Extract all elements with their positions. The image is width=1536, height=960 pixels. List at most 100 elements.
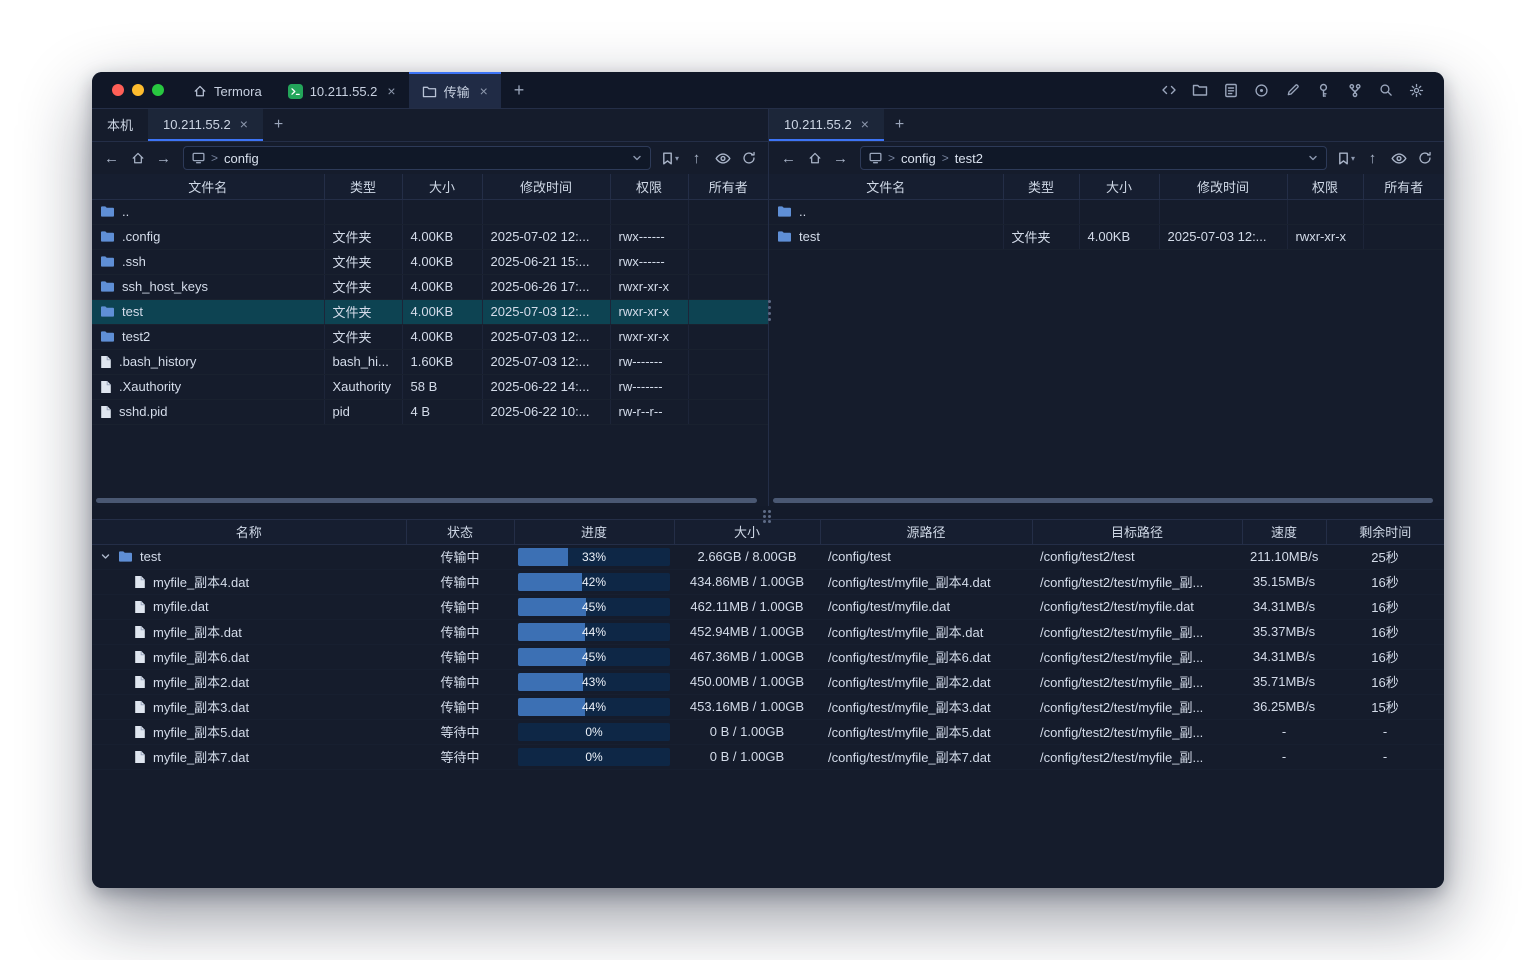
transfer-column-header[interactable]: 大小 xyxy=(674,520,820,544)
close-tab-icon[interactable]: × xyxy=(861,117,869,131)
transfer-column-header[interactable]: 状态 xyxy=(406,520,514,544)
file-pane-tab[interactable]: 10.211.55.2× xyxy=(148,109,263,141)
file-row[interactable]: ssh_host_keys文件夹4.00KB2025-06-26 17:...r… xyxy=(92,274,768,299)
show-hidden-button[interactable] xyxy=(1386,146,1411,170)
log-icon[interactable] xyxy=(1217,78,1244,103)
transfer-column-header[interactable]: 源路径 xyxy=(820,520,1032,544)
file-row[interactable]: .. xyxy=(769,199,1444,224)
file-row[interactable]: test2文件夹4.00KB2025-07-03 12:...rwxr-xr-x xyxy=(92,324,768,349)
file-row[interactable]: .XauthorityXauthority58 B2025-06-22 14:.… xyxy=(92,374,768,399)
transfer-column-header[interactable]: 目标路径 xyxy=(1032,520,1242,544)
column-header[interactable]: 权限 xyxy=(1287,174,1363,199)
close-tab-icon[interactable]: × xyxy=(480,84,488,98)
title-tab-2[interactable]: 传输× xyxy=(409,72,501,108)
home-button[interactable] xyxy=(125,146,150,170)
close-tab-icon[interactable]: × xyxy=(387,84,395,98)
close-tab-icon[interactable]: × xyxy=(240,117,248,131)
column-header[interactable]: 文件名 xyxy=(769,174,1003,199)
new-file-tab-button[interactable]: + xyxy=(884,109,915,141)
new-file-tab-button[interactable]: + xyxy=(263,109,294,141)
bookmark-button[interactable]: ▾ xyxy=(1334,146,1359,170)
transfer-column-header[interactable]: 剩余时间 xyxy=(1326,520,1444,544)
home-button[interactable] xyxy=(802,146,827,170)
bookmark-button[interactable]: ▾ xyxy=(658,146,683,170)
file-row[interactable]: .config文件夹4.00KB2025-07-02 12:...rwx----… xyxy=(92,224,768,249)
breadcrumb-segment[interactable]: test2 xyxy=(955,151,983,166)
column-header[interactable]: 类型 xyxy=(324,174,402,199)
breadcrumb-segment[interactable]: config xyxy=(224,151,259,166)
transfer-speed: 34.31MB/s xyxy=(1242,594,1326,619)
home-icon xyxy=(193,84,207,98)
transfer-eta: 25秒 xyxy=(1326,544,1444,569)
file-name: .ssh xyxy=(122,254,146,269)
back-button[interactable]: ← xyxy=(776,146,801,170)
path-breadcrumb[interactable]: >config>test2 xyxy=(860,146,1327,170)
column-header[interactable]: 大小 xyxy=(1079,174,1159,199)
folder-outline-icon[interactable] xyxy=(1186,78,1213,103)
horizontal-scrollbar[interactable] xyxy=(773,498,1433,503)
column-header[interactable]: 权限 xyxy=(610,174,688,199)
transfer-row[interactable]: myfile_副本2.dat传输中43%450.00MB / 1.00GB/co… xyxy=(92,669,1444,694)
transfer-row[interactable]: myfile_副本.dat传输中44%452.94MB / 1.00GB/con… xyxy=(92,619,1444,644)
search-icon[interactable] xyxy=(1372,78,1399,103)
transfer-row[interactable]: myfile_副本3.dat传输中44%453.16MB / 1.00GB/co… xyxy=(92,694,1444,719)
settings-icon[interactable] xyxy=(1403,78,1430,103)
column-header[interactable]: 修改时间 xyxy=(482,174,610,199)
file-pane-tab[interactable]: 本机 xyxy=(92,109,148,141)
column-header[interactable]: 所有者 xyxy=(1363,174,1444,199)
transfer-row[interactable]: test传输中33%2.66GB / 8.00GB/config/test/co… xyxy=(92,544,1444,569)
file-size: 58 B xyxy=(402,374,482,399)
chevron-down-icon[interactable] xyxy=(100,551,111,562)
column-header[interactable]: 类型 xyxy=(1003,174,1079,199)
file-pane-tab[interactable]: 10.211.55.2× xyxy=(769,109,884,141)
transfer-column-header[interactable]: 进度 xyxy=(514,520,674,544)
column-header[interactable]: 所有者 xyxy=(688,174,768,199)
forward-button[interactable]: → xyxy=(828,146,853,170)
parent-dir-button[interactable]: ↑ xyxy=(684,146,709,170)
column-header[interactable]: 修改时间 xyxy=(1159,174,1287,199)
zoom-window-button[interactable] xyxy=(152,84,164,96)
branch-icon[interactable] xyxy=(1341,78,1368,103)
close-window-button[interactable] xyxy=(112,84,124,96)
transfer-row[interactable]: myfile_副本6.dat传输中45%467.36MB / 1.00GB/co… xyxy=(92,644,1444,669)
back-button[interactable]: ← xyxy=(99,146,124,170)
path-breadcrumb[interactable]: >config xyxy=(183,146,651,170)
minimize-window-button[interactable] xyxy=(132,84,144,96)
transfer-row[interactable]: myfile_副本5.dat等待中0%0 B / 1.00GB/config/t… xyxy=(92,719,1444,744)
code-icon[interactable] xyxy=(1155,78,1182,103)
column-header[interactable]: 大小 xyxy=(402,174,482,199)
transfer-column-header[interactable]: 速度 xyxy=(1242,520,1326,544)
forward-button[interactable]: → xyxy=(151,146,176,170)
transfer-size: 467.36MB / 1.00GB xyxy=(674,644,820,669)
transfer-column-header[interactable]: 名称 xyxy=(92,520,406,544)
transfer-name-cell: myfile_副本5.dat xyxy=(92,719,406,744)
column-header[interactable]: 文件名 xyxy=(92,174,324,199)
breadcrumb-segment[interactable]: config xyxy=(901,151,936,166)
file-row[interactable]: test文件夹4.00KB2025-07-03 12:...rwxr-xr-x xyxy=(92,299,768,324)
show-hidden-button[interactable] xyxy=(710,146,735,170)
file-list-right: 文件名类型大小修改时间权限所有者 ..test文件夹4.00KB2025-07-… xyxy=(769,174,1444,506)
file-row[interactable]: .. xyxy=(92,199,768,224)
refresh-button[interactable] xyxy=(736,146,761,170)
transfer-row[interactable]: myfile.dat传输中45%462.11MB / 1.00GB/config… xyxy=(92,594,1444,619)
transfer-row[interactable]: myfile_副本4.dat传输中42%434.86MB / 1.00GB/co… xyxy=(92,569,1444,594)
title-tab-0[interactable]: Termora xyxy=(180,72,275,108)
key-icon[interactable] xyxy=(1310,78,1337,103)
chevron-down-icon[interactable] xyxy=(632,153,642,163)
new-tab-button[interactable]: + xyxy=(501,72,538,108)
record-icon[interactable] xyxy=(1248,78,1275,103)
file-row[interactable]: sshd.pidpid4 B2025-06-22 10:...rw-r--r-- xyxy=(92,399,768,424)
parent-dir-button[interactable]: ↑ xyxy=(1360,146,1385,170)
transfer-row[interactable]: myfile_副本7.dat等待中0%0 B / 1.00GB/config/t… xyxy=(92,744,1444,769)
chevron-down-icon[interactable] xyxy=(1308,153,1318,163)
file-row[interactable]: test文件夹4.00KB2025-07-03 12:...rwxr-xr-x xyxy=(769,224,1444,249)
pane-splitter-grip[interactable] xyxy=(765,297,774,324)
refresh-button[interactable] xyxy=(1412,146,1437,170)
file-row[interactable]: .ssh文件夹4.00KB2025-06-21 15:...rwx------ xyxy=(92,249,768,274)
transfer-source-path: /config/test/myfile_副本2.dat xyxy=(820,669,1032,694)
horizontal-scrollbar[interactable] xyxy=(96,498,757,503)
title-tab-1[interactable]: 10.211.55.2× xyxy=(275,72,409,108)
panel-splitter-grip[interactable] xyxy=(763,510,773,525)
file-row[interactable]: .bash_historybash_hi...1.60KB2025-07-03 … xyxy=(92,349,768,374)
edit-icon[interactable] xyxy=(1279,78,1306,103)
